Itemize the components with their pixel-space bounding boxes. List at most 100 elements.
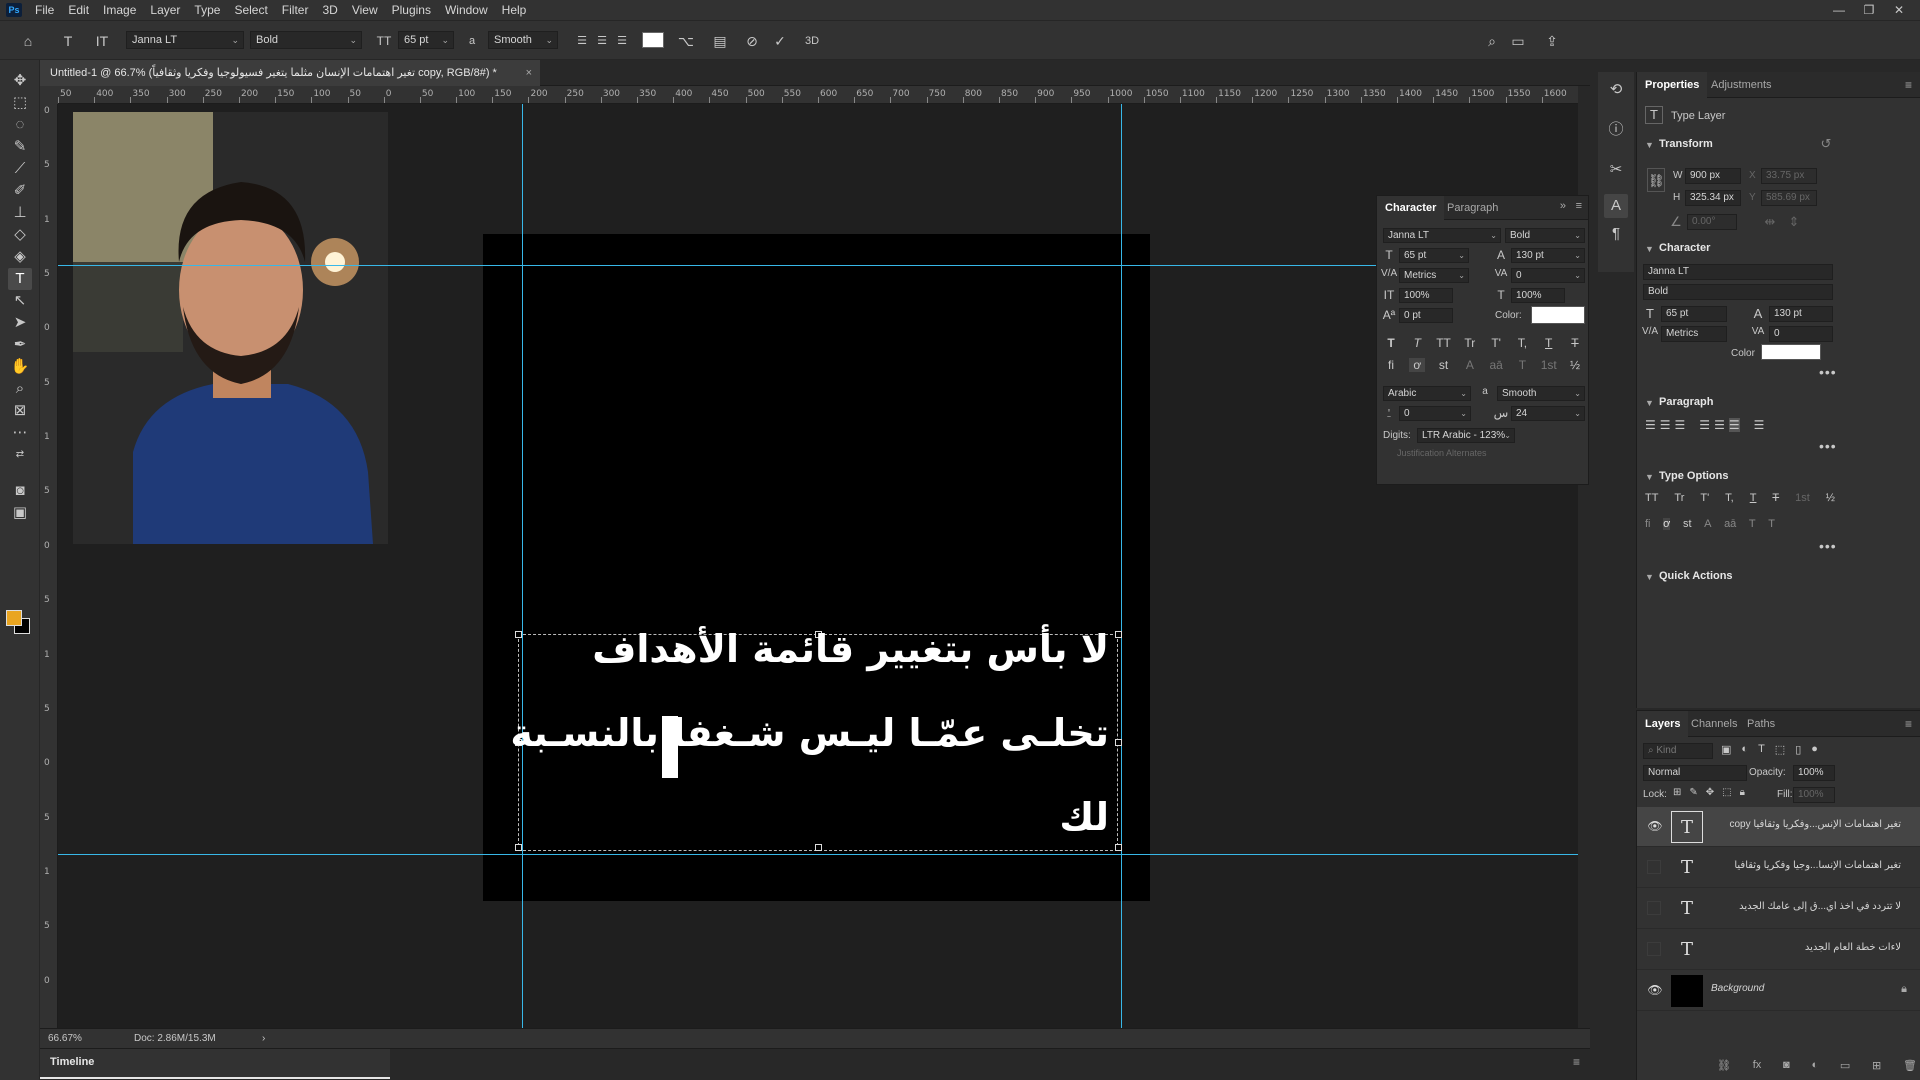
discretionary-ligatures-icon[interactable]: st bbox=[1683, 518, 1692, 530]
menu-file[interactable]: File bbox=[28, 0, 61, 20]
char-color-swatch[interactable] bbox=[1531, 306, 1585, 324]
character-panel-icon[interactable]: ▤ bbox=[710, 31, 730, 51]
fill-field[interactable]: 100% bbox=[1793, 787, 1835, 803]
new-layer-icon[interactable]: ⊞ bbox=[1872, 1059, 1881, 1072]
hand-tool-icon[interactable]: ✋ bbox=[8, 356, 32, 378]
quick-mask-icon[interactable]: ◙ bbox=[8, 480, 32, 502]
tools-preset-icon[interactable]: ✂ bbox=[1604, 158, 1628, 182]
swap-colors-icon[interactable]: ⇄ bbox=[8, 444, 32, 466]
digits-select[interactable]: LTR Arabic - 123% ⌄ bbox=[1417, 428, 1515, 443]
type-options-more-icon[interactable]: ••• bbox=[1819, 538, 1837, 554]
lock-transparent-icon[interactable]: ⊞ bbox=[1673, 787, 1681, 798]
direct-select-tool-icon[interactable]: ➤ bbox=[8, 312, 32, 334]
font-family-select[interactable]: Janna LT ⌄ bbox=[126, 31, 244, 49]
props-tracking-select[interactable]: 0 bbox=[1769, 326, 1833, 342]
horizontal-ruler[interactable]: 50 400 350 300 250 200 150 100 50 0 50 100 150 200 250… bbox=[58, 86, 1578, 104]
type-tool-preset-icon[interactable]: T bbox=[58, 31, 78, 51]
frame-tool-icon[interactable]: ⊠ bbox=[8, 400, 32, 422]
lasso-tool-icon[interactable]: ◌ bbox=[8, 114, 32, 136]
char-font-family-select[interactable]: Janna LT ⌄ bbox=[1383, 228, 1501, 243]
layers-menu-icon[interactable]: ≡ bbox=[1905, 717, 1912, 731]
tab-adjustments[interactable]: Adjustments bbox=[1703, 72, 1780, 98]
resize-handle-r[interactable] bbox=[1115, 739, 1122, 746]
justify-all-icon[interactable]: ☰ bbox=[1754, 418, 1765, 432]
cancel-edit-icon[interactable]: ⊘ bbox=[742, 31, 762, 51]
justify-left-icon[interactable]: ☰ bbox=[1699, 418, 1710, 432]
lock-image-icon[interactable]: ✎ bbox=[1689, 787, 1697, 798]
width-field[interactable]: 900 px bbox=[1685, 168, 1741, 184]
guide-horizontal-top[interactable] bbox=[58, 265, 1578, 266]
screen-mode-icon[interactable]: ▣ bbox=[8, 502, 32, 524]
brush-tool-icon[interactable]: ✐ bbox=[8, 180, 32, 202]
filter-toggle-icon[interactable]: ● bbox=[1811, 743, 1818, 756]
menu-type[interactable]: Type bbox=[187, 0, 227, 20]
timeline-menu-icon[interactable]: ≡ bbox=[1573, 1055, 1580, 1069]
layer-name[interactable]: Background bbox=[1711, 983, 1901, 994]
paragraph-chevron-icon[interactable]: ▼ bbox=[1645, 398, 1654, 408]
font-size-select[interactable]: 65 pt ⌄ bbox=[398, 31, 454, 49]
underline-icon[interactable]: T bbox=[1750, 492, 1757, 504]
ordinals-icon[interactable]: 1st bbox=[1541, 358, 1557, 372]
character-section-title[interactable]: Character bbox=[1659, 242, 1710, 254]
align-right-icon[interactable]: ☰ bbox=[1675, 418, 1686, 432]
layer-row[interactable]: T تغير اهتمامات الإنسا...وجيا وفكريا وثق… bbox=[1637, 848, 1920, 888]
foreground-color-swatch[interactable] bbox=[6, 610, 22, 626]
visibility-off-toggle[interactable] bbox=[1647, 860, 1661, 874]
delete-layer-icon[interactable]: 🗑︎ bbox=[1903, 1059, 1917, 1072]
contextual-alternates-icon[interactable]: T bbox=[1768, 518, 1775, 530]
resize-handle-bl[interactable] bbox=[515, 844, 522, 851]
menu-view[interactable]: View bbox=[345, 0, 385, 20]
char-size-select[interactable]: 65 pt ⌄ bbox=[1399, 248, 1469, 263]
tab-properties[interactable]: Properties bbox=[1637, 72, 1708, 98]
filter-adjustment-icon[interactable]: ◐ bbox=[1741, 743, 1748, 756]
tab-paragraph[interactable]: Paragraph bbox=[1439, 196, 1506, 220]
menu-3d[interactable]: 3D bbox=[315, 0, 344, 20]
layer-name[interactable]: لا تتردد في أخذ أي...ق إلى عامك الجديد bbox=[1711, 901, 1901, 912]
props-font-style-select[interactable]: Bold bbox=[1643, 284, 1833, 300]
stamp-tool-icon[interactable]: ⊥ bbox=[8, 202, 32, 224]
char-vscale-field[interactable]: 100% bbox=[1399, 288, 1453, 303]
align-center-icon[interactable]: ☰ bbox=[592, 31, 612, 51]
tab-layers[interactable]: Layers bbox=[1637, 711, 1689, 737]
document-tab[interactable]: Untitled-1 @ 66.7% (تغير اهتمامات الإنسا… bbox=[40, 60, 540, 86]
move-tool-icon[interactable]: ✥ bbox=[8, 70, 32, 92]
char-antialias-select[interactable]: Smooth ⌄ bbox=[1497, 386, 1585, 401]
filter-shape-icon[interactable]: ⬚ bbox=[1775, 743, 1785, 756]
all-caps-icon[interactable]: TT bbox=[1645, 492, 1658, 504]
lock-all-icon[interactable]: 🔒︎ bbox=[1740, 787, 1745, 798]
props-kerning-select[interactable]: Metrics bbox=[1661, 326, 1727, 342]
filter-type-icon[interactable]: T bbox=[1758, 743, 1765, 756]
3d-icon[interactable]: 3D bbox=[802, 31, 822, 51]
char-baseline-field[interactable]: 0 pt bbox=[1399, 308, 1453, 323]
small-caps-icon[interactable]: Tr bbox=[1462, 336, 1478, 350]
fractions-icon[interactable]: ½ bbox=[1826, 492, 1835, 504]
reset-transform-icon[interactable]: ↺ bbox=[1817, 136, 1835, 152]
props-leading-select[interactable]: 130 pt bbox=[1769, 306, 1833, 322]
eyedropper-tool-icon[interactable]: ⟋ bbox=[8, 158, 32, 180]
tab-channels[interactable]: Channels bbox=[1683, 711, 1745, 737]
text-bounding-box[interactable]: لا بأس بتغيير قائمة الأهداف تخلـى عمّـا … bbox=[510, 627, 1122, 851]
char-kashida-left-select[interactable]: 0 ⌄ bbox=[1399, 406, 1471, 421]
char-hscale-field[interactable]: 100% bbox=[1511, 288, 1565, 303]
x-field[interactable]: 33.75 px bbox=[1761, 168, 1817, 184]
vertical-ruler[interactable]: 0 5 1 5 0 5 1 5 0 5 1 5 0 5 1 5 0 bbox=[40, 104, 58, 1028]
properties-menu-icon[interactable]: ≡ bbox=[1905, 78, 1912, 92]
status-arrow-icon[interactable]: › bbox=[262, 1029, 265, 1049]
home-icon[interactable]: ⌂ bbox=[18, 31, 38, 51]
menu-edit[interactable]: Edit bbox=[61, 0, 96, 20]
small-caps-icon[interactable]: Tr bbox=[1674, 492, 1684, 504]
quick-select-tool-icon[interactable]: ✎ bbox=[8, 136, 32, 158]
subscript-icon[interactable]: T, bbox=[1725, 492, 1734, 504]
align-left-icon[interactable]: ☰ bbox=[1645, 418, 1656, 432]
subscript-icon[interactable]: T, bbox=[1514, 336, 1530, 350]
layer-row[interactable]: 👁︎ Background 🔒︎ bbox=[1637, 971, 1920, 1011]
transform-chevron-icon[interactable]: ▼ bbox=[1645, 140, 1654, 150]
swash-icon[interactable]: A bbox=[1704, 518, 1711, 530]
filter-smart-object-icon[interactable]: ▯ bbox=[1795, 743, 1801, 756]
lock-position-icon[interactable]: ✥ bbox=[1706, 787, 1714, 798]
props-font-family-select[interactable]: Janna LT bbox=[1643, 264, 1833, 280]
history-icon[interactable]: ⟲ bbox=[1604, 78, 1628, 102]
props-size-select[interactable]: 65 pt bbox=[1661, 306, 1727, 322]
resize-handle-b[interactable] bbox=[815, 844, 822, 851]
restore-button[interactable]: ❐ bbox=[1854, 0, 1884, 20]
